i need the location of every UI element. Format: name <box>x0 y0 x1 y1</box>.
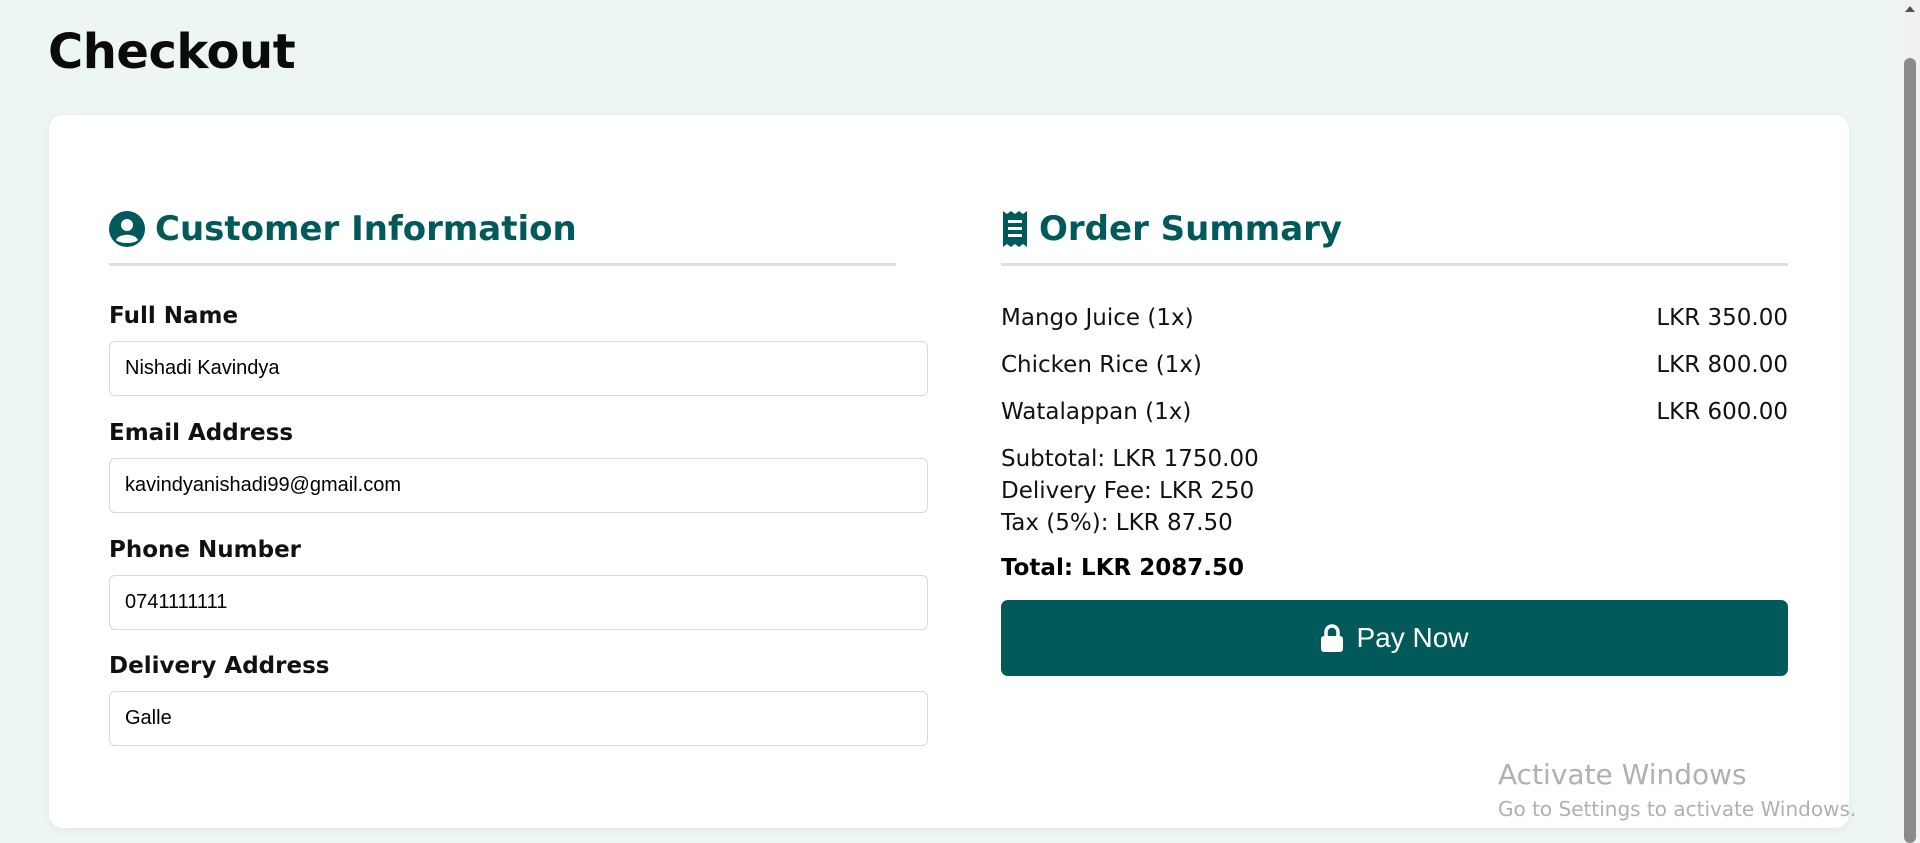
delivery-fee-line: Delivery Fee: LKR 250 <box>1001 478 1255 504</box>
full-name-label: Full Name <box>109 303 239 329</box>
order-item-row: Watalappan (1x) LKR 600.00 <box>1001 399 1788 425</box>
user-circle-icon <box>109 211 145 247</box>
lock-icon <box>1321 624 1344 652</box>
checkout-card: Customer Information Full Name Email Add… <box>49 115 1849 828</box>
email-label: Email Address <box>109 420 294 446</box>
full-name-input[interactable] <box>109 341 928 396</box>
pay-now-button[interactable]: Pay Now <box>1001 600 1788 676</box>
total-line: Total: LKR 2087.50 <box>1001 555 1244 581</box>
order-item-row: Mango Juice (1x) LKR 350.00 <box>1001 305 1788 331</box>
order-item-name: Chicken Rice (1x) <box>1001 352 1202 378</box>
customer-info-title: Customer Information <box>155 209 577 249</box>
order-item-row: Chicken Rice (1x) LKR 800.00 <box>1001 352 1788 378</box>
order-item-name: Watalappan (1x) <box>1001 399 1192 425</box>
order-item-price: LKR 350.00 <box>1656 305 1788 331</box>
customer-info-heading: Customer Information <box>109 209 896 266</box>
phone-label: Phone Number <box>109 537 302 563</box>
scrollbar-thumb[interactable] <box>1904 58 1916 843</box>
tax-line: Tax (5%): LKR 87.50 <box>1001 510 1233 536</box>
scroll-up-arrow-icon[interactable] <box>1905 6 1915 12</box>
order-item-price: LKR 600.00 <box>1656 399 1788 425</box>
order-item-name: Mango Juice (1x) <box>1001 305 1194 331</box>
phone-input[interactable] <box>109 575 928 630</box>
vertical-scrollbar[interactable] <box>1900 0 1920 843</box>
email-input[interactable] <box>109 458 928 513</box>
pay-now-label: Pay Now <box>1356 622 1469 653</box>
activate-windows-title: Activate Windows <box>1498 758 1747 791</box>
delivery-address-input[interactable] <box>109 691 928 746</box>
delivery-address-label: Delivery Address <box>109 653 330 679</box>
order-summary-heading: Order Summary <box>1001 209 1788 266</box>
page-title: Checkout <box>48 24 296 80</box>
activate-windows-subtitle: Go to Settings to activate Windows. <box>1498 797 1857 821</box>
subtotal-line: Subtotal: LKR 1750.00 <box>1001 446 1259 472</box>
order-item-price: LKR 800.00 <box>1656 352 1788 378</box>
order-summary-title: Order Summary <box>1039 209 1343 249</box>
receipt-icon <box>1003 211 1027 247</box>
